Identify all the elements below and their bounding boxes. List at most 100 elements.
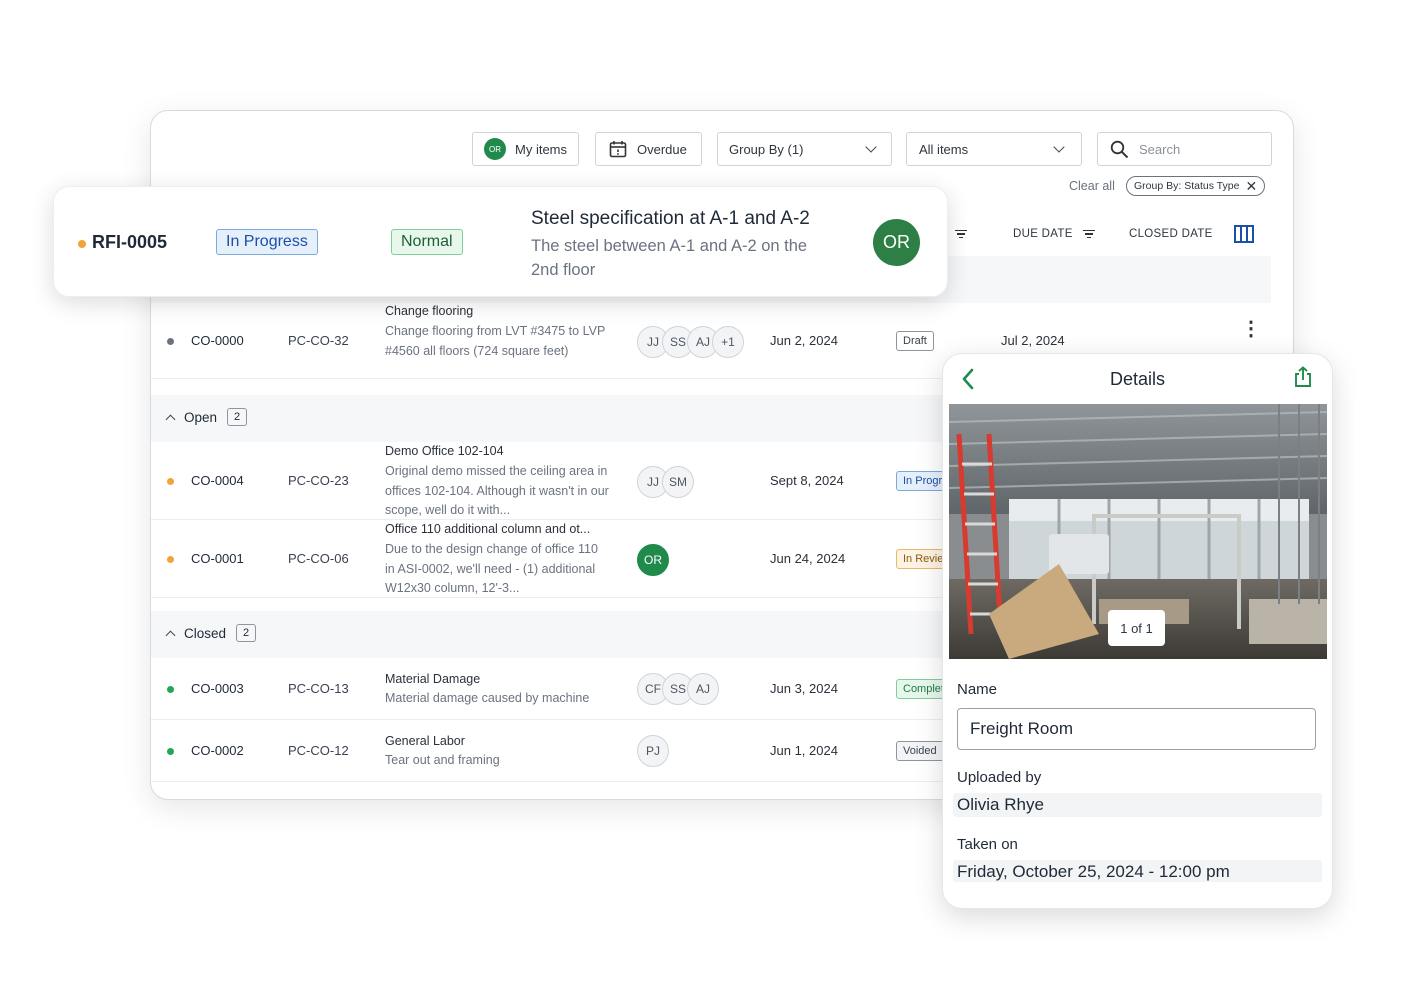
row-date: Jun 2, 2024	[770, 333, 838, 348]
row-date: Jun 3, 2024	[770, 681, 838, 696]
avatar: SM	[662, 466, 694, 498]
chevron-up-icon[interactable]	[165, 630, 176, 640]
group-label-wrapper: Open 2	[165, 408, 248, 426]
column-header-due-date[interactable]: DUE DATE	[1013, 228, 1096, 240]
status-badge: In Progress	[896, 471, 948, 491]
group-label: Closed	[184, 625, 227, 641]
status-dot	[167, 478, 174, 485]
photo-counter: 1 of 1	[1108, 610, 1165, 646]
share-icon[interactable]	[1294, 366, 1312, 388]
row-id: CO-0001	[191, 551, 244, 566]
row-title: Change flooring	[385, 304, 474, 318]
row-ref: PC-CO-06	[288, 551, 349, 566]
my-items-button[interactable]: OR My items	[472, 132, 579, 166]
row-title: Demo Office 102-104	[385, 444, 504, 458]
row-description: Original demo missed the ceiling area in…	[385, 464, 609, 517]
rfi-description: The steel between A-1 and A-2 on the 2nd…	[531, 237, 808, 279]
more-options-icon[interactable]: ⋮	[1241, 319, 1261, 339]
status-dot	[78, 240, 86, 248]
row-ref: PC-CO-12	[288, 743, 349, 758]
clear-all-link[interactable]: Clear all	[1069, 179, 1115, 193]
group-label: Open	[184, 409, 218, 425]
chevron-down-icon	[865, 141, 877, 153]
taken-on-text: Friday, October 25, 2024 - 12:00 pm	[957, 862, 1230, 881]
row-id: CO-0003	[191, 681, 244, 696]
chevron-up-icon[interactable]	[165, 414, 176, 424]
row-date: Jun 1, 2024	[770, 743, 838, 758]
rfi-priority-badge: Normal	[391, 229, 463, 255]
overdue-button[interactable]: Overdue	[595, 132, 702, 166]
assignee-avatars: PJ	[637, 735, 669, 767]
details-panel: Details 1 of 1 Name Freight Room Uploade…	[942, 353, 1333, 909]
row-ref: PC-CO-13	[288, 681, 349, 696]
name-field[interactable]	[957, 708, 1316, 750]
column-header-closed-date[interactable]: CLOSED DATE	[1129, 228, 1213, 240]
row-description: Material damage caused by machine	[385, 691, 590, 705]
assignee-avatars: JJ SS AJ +1	[637, 326, 744, 358]
close-icon[interactable]: ✕	[1245, 179, 1257, 193]
row-ref: PC-CO-32	[288, 333, 349, 348]
site-photo[interactable]: 1 of 1	[949, 404, 1327, 659]
status-badge: Complete	[896, 679, 948, 699]
avatar-overflow[interactable]: +1	[712, 326, 744, 358]
avatar: AJ	[687, 673, 719, 705]
status-dot	[167, 748, 174, 755]
status-badge: Voided	[896, 741, 948, 761]
taken-on-label: Taken on	[957, 836, 1018, 853]
filter-icon[interactable]	[1083, 229, 1096, 239]
my-items-label: My items	[515, 141, 567, 157]
calendar-icon	[609, 141, 627, 158]
uploaded-by-label: Uploaded by	[957, 769, 1042, 786]
status-badge: Draft	[896, 331, 934, 351]
uploaded-by-value: Olivia Rhye	[953, 793, 1322, 817]
group-label-wrapper: Closed 2	[165, 624, 257, 642]
assignee-avatar: OR	[873, 219, 920, 266]
rfi-status-badge: In Progress	[216, 229, 318, 255]
row-id: CO-0000	[191, 333, 244, 348]
avatar: PJ	[637, 735, 669, 767]
avatar: OR	[637, 544, 669, 576]
filter-icon[interactable]	[955, 229, 968, 239]
column-header-closed-date-label: CLOSED DATE	[1129, 228, 1213, 240]
status-badge: In Review	[896, 549, 948, 569]
columns-icon[interactable]	[1234, 225, 1254, 243]
chevron-down-icon	[1053, 141, 1065, 153]
search-input[interactable]: Search	[1097, 132, 1272, 166]
my-items-avatar: OR	[484, 138, 506, 160]
column-header-due-date-label: DUE DATE	[1013, 228, 1073, 240]
uploaded-by-text: Olivia Rhye	[957, 795, 1044, 814]
name-label: Name	[957, 681, 998, 698]
all-items-select[interactable]: All items	[906, 132, 1082, 166]
details-title: Details	[1109, 369, 1166, 389]
status-dot	[167, 338, 174, 345]
search-icon	[1110, 140, 1129, 158]
filter-chip: Group By: Status Type ✕	[1126, 176, 1266, 196]
filter-chip-label: Group By: Status Type	[1134, 180, 1240, 192]
rfi-id: RFI-0005	[92, 232, 168, 252]
row-date: Jun 24, 2024	[770, 551, 846, 566]
row-description: Tear out and framing	[385, 753, 500, 767]
panel-bottom-fade	[943, 882, 1332, 908]
row-ref: PC-CO-23	[288, 473, 349, 488]
row-description: Change flooring from LVT #3475 to LVP #4…	[385, 324, 606, 358]
row-description: Due to the design change of office 110 i…	[385, 542, 598, 595]
rfi-card[interactable]: RFI-0005 In Progress Normal Steel specif…	[53, 186, 948, 297]
row-title: Office 110 additional column and ot...	[385, 522, 591, 536]
taken-on-value: Friday, October 25, 2024 - 12:00 pm	[953, 860, 1322, 884]
rfi-title: Steel specification at A-1 and A-2	[531, 208, 810, 229]
assignee-avatars: JJ SM	[637, 466, 694, 498]
group-by-label: Group By (1)	[729, 141, 804, 157]
group-count: 2	[227, 408, 248, 426]
row-title: Material Damage	[385, 672, 481, 686]
search-placeholder: Search	[1139, 141, 1181, 157]
status-dot	[167, 556, 174, 563]
row-title: General Labor	[385, 734, 465, 748]
group-count: 2	[236, 624, 257, 642]
status-dot	[167, 686, 174, 693]
group-by-select[interactable]: Group By (1)	[717, 132, 892, 166]
all-items-label: All items	[919, 141, 969, 157]
assignee-avatars: CF SS AJ	[637, 673, 719, 705]
row-date: Sept 8, 2024	[770, 473, 844, 488]
assignee-avatars: OR	[637, 544, 669, 576]
overdue-label: Overdue	[637, 141, 687, 157]
